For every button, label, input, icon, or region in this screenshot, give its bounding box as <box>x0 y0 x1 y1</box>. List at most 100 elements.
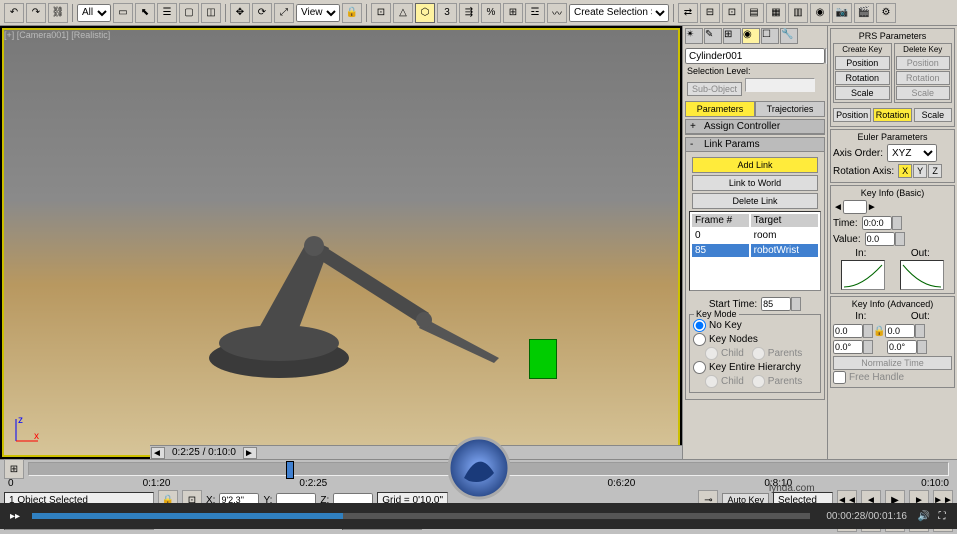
display-tab-icon[interactable]: ☐ <box>761 28 779 44</box>
link-world-button[interactable]: Link to World <box>692 175 817 191</box>
quick-align-icon[interactable]: ⊡ <box>722 3 742 23</box>
lock-icon[interactable]: 🔒 <box>342 3 362 23</box>
undo-icon[interactable]: ↶ <box>4 3 24 23</box>
volume-icon[interactable]: 🔊 <box>915 507 933 525</box>
selset-select[interactable]: Create Selection Se <box>569 4 669 22</box>
axis-y-button[interactable]: Y <box>913 164 927 178</box>
window-icon[interactable]: ◫ <box>201 3 221 23</box>
select-icon[interactable]: ▭ <box>113 3 133 23</box>
axis-z-button[interactable]: Z <box>928 164 942 178</box>
link-list[interactable]: Frame #Target 0room 85robotWrist <box>689 211 821 291</box>
viewport-scrollbar[interactable]: ◄ 0:2:25 / 0:10:0 ► <box>150 445 682 459</box>
position-mode-button[interactable]: Position <box>833 108 871 122</box>
viewport[interactable]: [+] [Camera001] [Realistic] zx ◄ <box>0 26 682 459</box>
layers-icon[interactable]: ☲ <box>525 3 545 23</box>
create-position-button[interactable]: Position <box>835 56 890 70</box>
delete-position-button[interactable]: Position <box>896 56 951 70</box>
scale-mode-button[interactable]: Scale <box>914 108 952 122</box>
trajectories-tab[interactable]: Trajectories <box>755 101 825 117</box>
render-setup-icon[interactable]: ⚙ <box>876 3 896 23</box>
adv-deg2-input[interactable] <box>887 340 917 354</box>
free-handle-check[interactable] <box>833 371 846 384</box>
link-icon[interactable]: ⛓ <box>48 3 68 23</box>
region-icon[interactable]: ▢ <box>179 3 199 23</box>
filter-select[interactable]: All <box>77 4 111 22</box>
motion-tab-icon[interactable]: ◉ <box>742 28 760 44</box>
parameters-tab[interactable]: Parameters <box>685 101 755 117</box>
sub-object-select[interactable] <box>745 78 815 92</box>
object-name-input[interactable] <box>685 48 825 64</box>
rotate-icon[interactable]: ⟳ <box>252 3 272 23</box>
viewport-label[interactable]: [+] [Camera001] [Realistic] <box>4 30 110 40</box>
time-marker[interactable] <box>286 461 294 479</box>
mirror-icon[interactable]: ⇶ <box>459 3 479 23</box>
viewport-canvas[interactable]: zx <box>2 28 680 457</box>
percent-snap-icon[interactable]: ⬡ <box>415 3 435 23</box>
axis-order-select[interactable]: XYZ <box>887 144 937 162</box>
rotation-mode-button[interactable]: Rotation <box>873 108 911 122</box>
angle-snap-icon[interactable]: △ <box>393 3 413 23</box>
layers-mgr-icon[interactable]: ▤ <box>744 3 764 23</box>
redo-icon[interactable]: ↷ <box>26 3 46 23</box>
adv-in-input[interactable] <box>833 324 863 338</box>
lock-icon[interactable]: 🔒 <box>873 326 885 337</box>
move-icon[interactable]: ✥ <box>230 3 250 23</box>
assign-controller-rollout[interactable]: +Assign Controller <box>686 120 824 134</box>
adv-deg1-input[interactable] <box>833 340 863 354</box>
align2-icon[interactable]: ⊟ <box>700 3 720 23</box>
hierarchy-tab-icon[interactable]: ⊞ <box>723 28 741 44</box>
create-rotation-button[interactable]: Rotation <box>835 71 890 85</box>
lynda-watermark: lynda.com <box>769 469 949 499</box>
no-key-radio[interactable] <box>693 319 706 332</box>
robot-arm <box>179 158 539 398</box>
spinner-snap-icon[interactable]: 3 <box>437 3 457 23</box>
curve-icon[interactable]: 〰 <box>547 3 567 23</box>
camera-icon[interactable]: 📷 <box>832 3 852 23</box>
key-index-input[interactable] <box>843 200 867 214</box>
selection-level-label: Selection Level: <box>687 66 823 76</box>
normalize-time-button[interactable]: Normalize Time <box>833 356 952 370</box>
start-time-input[interactable] <box>761 297 791 311</box>
material-icon[interactable]: ◉ <box>810 3 830 23</box>
name-select-icon[interactable]: ☰ <box>157 3 177 23</box>
fullscreen-icon[interactable]: ⛶ <box>933 507 951 525</box>
align-icon[interactable]: ⊞ <box>503 3 523 23</box>
key-hierarchy-radio[interactable] <box>693 361 706 374</box>
in-tangent-button[interactable] <box>841 260 885 290</box>
mirror2-icon[interactable]: ⇄ <box>678 3 698 23</box>
delete-rotation-button[interactable]: Rotation <box>896 71 951 85</box>
axis-x-button[interactable]: X <box>898 164 912 178</box>
delete-scale-button[interactable]: Scale <box>896 86 951 100</box>
adv-out-input[interactable] <box>885 324 915 338</box>
ref-select[interactable]: View <box>296 4 340 22</box>
green-cylinder[interactable] <box>529 339 557 379</box>
utilities-tab-icon[interactable]: 🔧 <box>780 28 798 44</box>
play-pause-icon[interactable]: ▸▸ <box>6 507 24 525</box>
scroll-left-icon[interactable]: ◄ <box>151 447 165 459</box>
key-nodes-radio[interactable] <box>693 333 706 346</box>
key-value-input[interactable] <box>865 232 895 246</box>
snap-icon[interactable]: ⊡ <box>371 3 391 23</box>
add-link-button[interactable]: Add Link <box>692 157 817 173</box>
schematic-icon[interactable]: ▥ <box>788 3 808 23</box>
link-params-rollout[interactable]: -Link Params <box>686 138 824 152</box>
create-tab-icon[interactable]: ✴ <box>685 28 703 44</box>
pointer-icon[interactable]: ⬉ <box>135 3 155 23</box>
modify-tab-icon[interactable]: ✎ <box>704 28 722 44</box>
pct-icon[interactable]: % <box>481 3 501 23</box>
next-key-icon[interactable]: ► <box>867 202 877 213</box>
start-time-spinner[interactable] <box>791 297 801 311</box>
scroll-right-icon[interactable]: ► <box>243 447 257 459</box>
progress-slider[interactable] <box>32 513 810 519</box>
delete-link-button[interactable]: Delete Link <box>692 193 817 209</box>
graph-icon[interactable]: ▦ <box>766 3 786 23</box>
sub-object-button[interactable]: Sub-Object <box>687 82 742 96</box>
out-tangent-button[interactable] <box>900 260 944 290</box>
time-config-icon[interactable]: ⊞ <box>4 459 24 479</box>
render-icon[interactable]: 🎬 <box>854 3 874 23</box>
create-scale-button[interactable]: Scale <box>835 86 890 100</box>
child-radio2 <box>705 375 718 388</box>
prev-key-icon[interactable]: ◄ <box>833 202 843 213</box>
key-time-input[interactable] <box>862 216 892 230</box>
scale-icon[interactable]: ⤢ <box>274 3 294 23</box>
